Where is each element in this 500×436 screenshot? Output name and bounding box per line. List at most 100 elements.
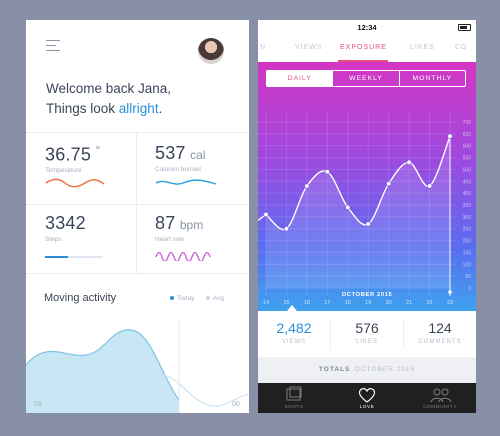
heart-rate-value: 87	[155, 213, 176, 233]
temperature-sparkline	[45, 178, 105, 188]
x-tick-label: 14	[263, 300, 269, 306]
x-tick-label: 16	[304, 300, 310, 306]
nav-love-label: LOVE	[359, 405, 375, 410]
welcome-line-1: Welcome back Jana,	[46, 81, 172, 96]
calories-sparkline	[155, 179, 217, 185]
x-tick-label: 20	[386, 300, 392, 306]
y-tick-label: 300	[463, 215, 472, 221]
data-point	[365, 221, 371, 227]
nav-shots-label: SHOTS	[284, 405, 304, 410]
welcome-line-2-prefix: Things look	[46, 101, 119, 116]
stat-comments-value: 124	[428, 320, 452, 336]
y-tick-label: 350	[463, 203, 472, 209]
temperature-value: 36.75	[45, 144, 92, 165]
y-tick-label: 450	[463, 179, 472, 185]
community-icon	[430, 388, 452, 403]
bottom-navigation: SHOTS LOVE COMMUNITY	[258, 383, 476, 413]
calories-unit: cal	[190, 148, 206, 162]
exposure-line-chart: 700 650 600 550 500 450 400 350 300 250 200 150 100 5…	[258, 112, 472, 306]
tab-views[interactable]: VIEWS	[295, 44, 323, 51]
heart-rate-label: Heart rate	[155, 236, 184, 243]
nav-community[interactable]: COMMUNITY	[404, 383, 476, 413]
calories-label: Calories burned	[155, 166, 201, 173]
welcome-line-2: Things look allright.	[46, 99, 171, 119]
temperature-label: Temperature	[45, 167, 82, 175]
divider	[136, 132, 137, 273]
month-label: OCTOBER 2015	[341, 292, 393, 298]
stats-row: 2,482 VIEWS 576 LIKES 124 COMMENTS	[258, 311, 476, 357]
heart-rate-sparkline	[155, 251, 211, 261]
exposure-screen: 12:34 N VIEWS EXPOSURE LIKES CO DAILY WE…	[258, 20, 476, 413]
stat-comments[interactable]: 124 COMMENTS	[404, 311, 476, 357]
steps-progress-track	[45, 256, 103, 258]
steps-card[interactable]: 3342 Steps	[45, 213, 86, 243]
battery-icon	[458, 24, 471, 31]
welcome-accent: allright	[118, 101, 159, 116]
data-point	[263, 211, 269, 218]
moving-activity-title: Moving activity	[44, 292, 117, 304]
y-tick-label: 150	[463, 250, 472, 256]
divider	[26, 204, 249, 205]
menu-icon[interactable]	[46, 40, 62, 52]
stat-views-label: VIEWS	[281, 339, 307, 345]
heart-icon	[358, 387, 376, 403]
legend-today-label: Today	[177, 295, 195, 302]
data-point	[304, 183, 310, 189]
y-tick-label: 100	[463, 262, 472, 268]
stat-views[interactable]: 2,482 VIEWS	[258, 311, 330, 357]
calories-value: 537	[155, 143, 186, 163]
nav-community-label: COMMUNITY	[422, 405, 458, 410]
y-tick-label: 250	[463, 227, 472, 233]
temperature-card[interactable]: 36.75 ° Temperature	[45, 143, 100, 174]
top-tabs: N VIEWS EXPOSURE LIKES CO	[258, 34, 476, 62]
tab-exposure[interactable]: EXPOSURE	[340, 44, 387, 51]
status-time: 12:34	[357, 23, 377, 32]
legend-avg-label: Avg	[213, 295, 225, 302]
moving-activity-x-end: 00	[232, 401, 240, 408]
y-tick-label: 400	[463, 191, 472, 197]
y-tick-label: 600	[463, 144, 472, 150]
y-tick-label: 50	[465, 274, 471, 280]
shots-icon	[286, 386, 302, 401]
stat-comments-label: COMMENTS	[418, 339, 462, 345]
heart-rate-unit: bpm	[179, 218, 204, 232]
x-tick-label: 18	[345, 300, 351, 306]
steps-progress-fill	[45, 256, 69, 258]
stat-likes-label: LIKES	[355, 339, 378, 345]
data-point	[426, 183, 433, 189]
y-tick-label: 650	[463, 132, 472, 138]
x-tick-label: 22	[426, 300, 432, 306]
data-point	[406, 159, 412, 166]
nav-love[interactable]: LOVE	[331, 383, 403, 413]
data-point	[385, 180, 392, 187]
stat-likes-value: 576	[355, 320, 379, 336]
x-tick-label: 17	[324, 300, 330, 306]
calories-card[interactable]: 537 cal Calories burned	[155, 143, 205, 173]
data-point	[324, 169, 331, 175]
tab-likes[interactable]: LIKES	[410, 44, 435, 51]
totals-period: OCTOBER 2015	[354, 366, 416, 373]
data-point	[283, 226, 290, 232]
series-area	[266, 136, 450, 288]
avatar[interactable]	[198, 38, 224, 64]
tab-partial-left[interactable]: N	[260, 44, 266, 51]
heart-rate-card[interactable]: 87 bpm Heart rate	[155, 213, 203, 243]
tab-partial-right[interactable]: CO	[455, 44, 468, 51]
nav-shots[interactable]: SHOTS	[258, 383, 330, 413]
data-point	[447, 133, 453, 139]
fitness-dashboard-screen: Welcome back Jana, Things look allright.…	[26, 20, 249, 413]
y-tick-label: 550	[463, 156, 472, 162]
legend-avg: Avg	[206, 295, 224, 302]
stat-likes[interactable]: 576 LIKES	[331, 311, 403, 357]
temperature-unit: °	[95, 143, 101, 157]
steps-value: 3342	[45, 213, 86, 233]
moving-activity-chart	[26, 320, 249, 413]
steps-label: Steps	[45, 236, 62, 243]
y-tick-label: 200	[463, 239, 472, 245]
x-tick-label: 19	[365, 300, 371, 306]
totals-prefix: TOTALS	[318, 366, 351, 373]
welcome-line-2-suffix: .	[158, 101, 163, 116]
totals-bar: TOTALS OCTOBER 2015	[258, 357, 476, 383]
divider	[26, 132, 249, 133]
welcome-message: Welcome back Jana, Things look allright.	[46, 79, 171, 119]
